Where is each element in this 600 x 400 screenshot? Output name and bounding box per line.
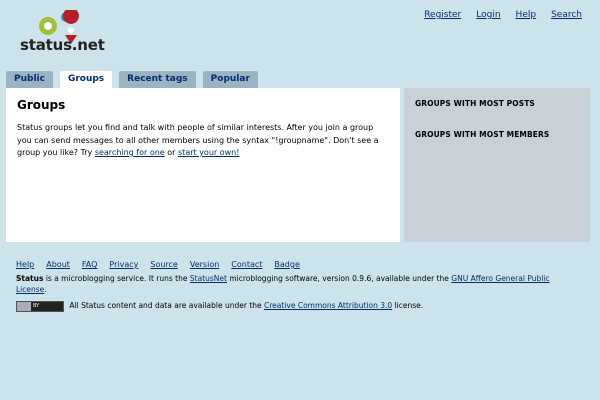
footer-help-link[interactable]: Help — [16, 259, 34, 270]
about-text-2: microblogging software, version 0.9.6, a… — [226, 274, 452, 283]
help-link[interactable]: Help — [516, 10, 537, 20]
register-link[interactable]: Register — [424, 10, 461, 20]
footer-version-link[interactable]: Version — [190, 259, 219, 270]
content-text-2: license. — [392, 301, 424, 310]
top-nav: Register Login Help Search — [424, 10, 582, 20]
about-text-1: is a microblogging service. It runs the — [43, 274, 190, 283]
footer-badge-link[interactable]: Badge — [274, 259, 299, 270]
cc-by-label: BY — [31, 301, 63, 311]
footer-faq-link[interactable]: FAQ — [82, 259, 98, 270]
footer-privacy-link[interactable]: Privacy — [109, 259, 138, 270]
create-group-link[interactable]: start your own! — [178, 148, 239, 157]
software-notice: Status is a microblogging service. It ru… — [16, 273, 576, 295]
groups-intro: Status groups let you find and talk with… — [17, 122, 389, 160]
site-logo[interactable]: status.net — [16, 10, 116, 58]
search-link[interactable]: Search — [551, 10, 582, 20]
statusnet-link[interactable]: StatusNet — [190, 274, 227, 283]
tab-popular[interactable]: Popular — [202, 71, 258, 88]
main-content: Groups Status groups let you find and ta… — [6, 88, 400, 242]
logo-text: status.net — [20, 36, 105, 54]
login-link[interactable]: Login — [476, 10, 500, 20]
tab-groups[interactable]: Groups — [59, 71, 113, 88]
footer-about-link[interactable]: About — [46, 259, 70, 270]
main-tabs: Public Groups Recent tags Popular — [6, 71, 258, 88]
groups-most-members-heading: Groups with most members — [415, 130, 550, 139]
sidebar: Groups with most posts Groups with most … — [404, 88, 590, 242]
footer-source-link[interactable]: Source — [150, 259, 177, 270]
footer-contact-link[interactable]: Contact — [231, 259, 262, 270]
site-name: Status — [16, 274, 44, 283]
page-title: Groups — [17, 98, 66, 112]
cc-license-link[interactable]: Creative Commons Attribution 3.0 — [264, 301, 392, 310]
about-text-3: . — [44, 285, 47, 294]
footer: Help About FAQ Privacy Source Version Co… — [16, 259, 576, 317]
tab-recent-tags[interactable]: Recent tags — [119, 71, 196, 88]
cc-license-badge-icon[interactable]: BY — [16, 300, 64, 312]
content-license-notice: BY All Status content and data are avail… — [16, 300, 576, 312]
intro-connector: or — [164, 148, 179, 157]
footer-nav: Help About FAQ Privacy Source Version Co… — [16, 259, 576, 270]
search-groups-link[interactable]: searching for one — [95, 148, 165, 157]
content-text-1: All Status content and data are availabl… — [67, 301, 265, 310]
cc-logo-segment — [17, 301, 31, 311]
groups-most-posts-heading: Groups with most posts — [415, 99, 535, 108]
tab-public[interactable]: Public — [6, 71, 53, 88]
